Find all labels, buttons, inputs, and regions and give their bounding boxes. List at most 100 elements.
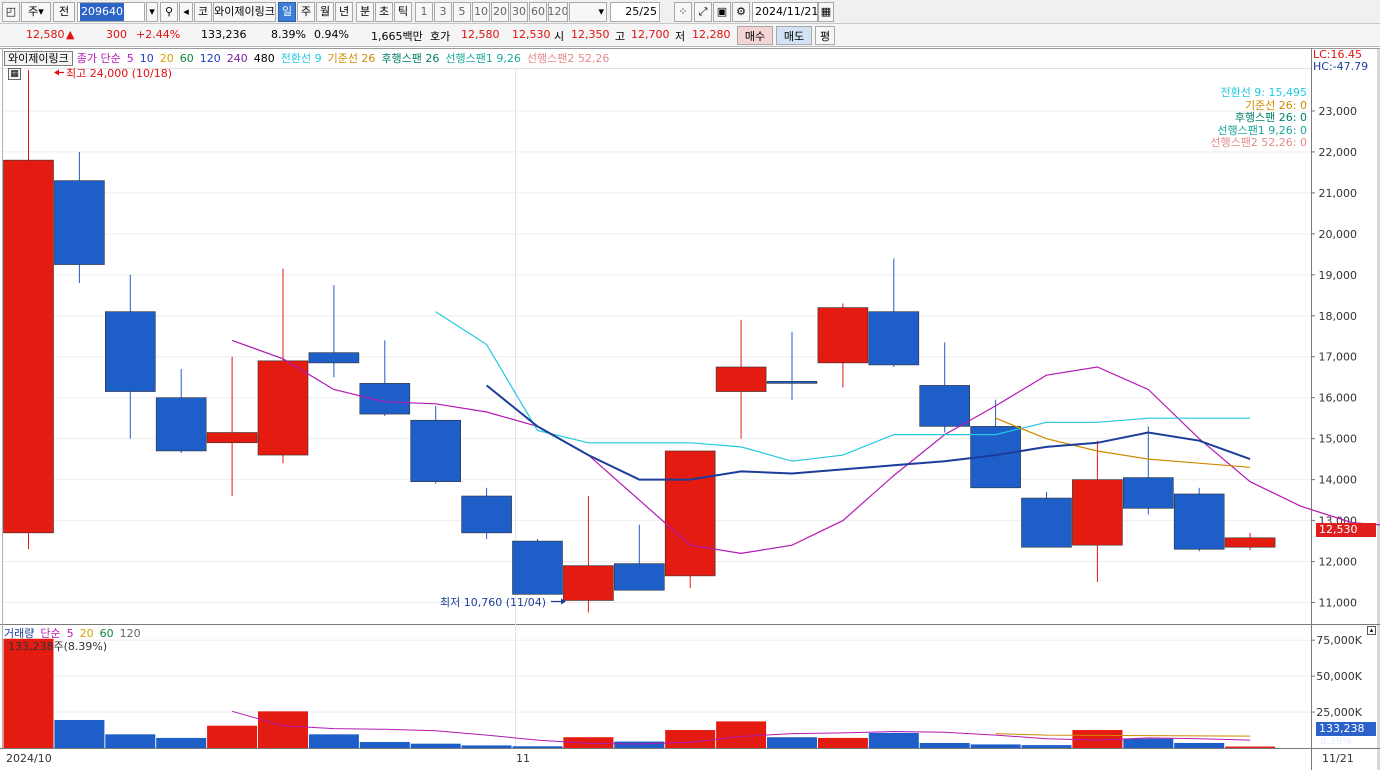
high-annotation: 최고 24,000 (10/18) <box>66 67 173 80</box>
draw-tool-icon[interactable]: ⤢ <box>694 2 712 22</box>
interval-30[interactable]: 30 <box>510 2 528 22</box>
tab-period-second[interactable]: 초 <box>375 2 393 22</box>
eval-button[interactable]: 평 <box>815 26 835 45</box>
volume-value: 133,236 <box>201 28 247 41</box>
save-icon[interactable]: ▣ <box>713 2 731 22</box>
interval-10[interactable]: 10 <box>472 2 490 22</box>
sell-button[interactable]: 매도 <box>776 26 812 45</box>
interval-60[interactable]: 60 <box>529 2 547 22</box>
indicator-line-20 <box>485 384 1251 481</box>
tab-period-day[interactable]: 일 <box>278 2 296 22</box>
candle-body <box>1173 493 1225 550</box>
volume-bar <box>817 737 868 748</box>
legend-ma-60[interactable]: 60 <box>180 52 194 65</box>
tab-period-tick[interactable]: 틱 <box>394 2 412 22</box>
legend-ma-120[interactable]: 120 <box>200 52 221 65</box>
candle-body <box>54 180 105 265</box>
volume-bar <box>410 743 461 748</box>
legend-ichimoku-lagging[interactable]: 후행스팬 26 <box>381 52 439 65</box>
calendar-icon[interactable]: ▦ <box>818 2 834 22</box>
volume-bar <box>1021 745 1072 748</box>
legend-ichimoku-lead2[interactable]: 선행스팬2 52,26 <box>527 52 609 65</box>
last-price-pct: 2.04% <box>1319 536 1351 547</box>
volume-info: 133,238주(8.39%) <box>8 640 108 653</box>
x-label-end: 11/21 <box>1322 752 1354 765</box>
search-icon[interactable]: ⚲ <box>160 2 178 22</box>
hc-value: HC:-47.79 <box>1313 60 1369 73</box>
volume-bar <box>614 741 665 748</box>
stock-code-dropdown-icon[interactable]: ▾ <box>146 2 158 22</box>
stock-name-field[interactable]: 와이제이링크 <box>213 2 276 22</box>
candle-body <box>512 540 563 595</box>
market-select[interactable]: 주 ▾ <box>21 2 51 22</box>
data-table-icon[interactable]: ▦ <box>8 68 21 80</box>
legend-ma-5[interactable]: 5 <box>127 52 134 65</box>
window-menu-icon[interactable]: ◰ <box>2 2 20 22</box>
candles <box>3 70 1276 613</box>
last-volume-pct: 8.39% <box>1320 736 1352 747</box>
volume-bar <box>1174 742 1225 748</box>
quote-bar: 12,580 ▲ 300 +2.44% 133,236 8.39% 0.94% … <box>0 24 1380 47</box>
legend-ma-480[interactable]: 480 <box>254 52 275 65</box>
price-tick-label: 16,000 <box>1319 392 1358 405</box>
market-scope-button[interactable]: 전 <box>53 2 75 22</box>
volume-bar <box>258 711 308 748</box>
high-price: 12,700 <box>631 28 670 41</box>
interval-5[interactable]: 5 <box>453 2 471 22</box>
candle-body <box>359 383 411 415</box>
date-field[interactable]: 2024/11/21 <box>752 2 818 22</box>
legend-ichimoku-conversion[interactable]: 전환선 9 <box>281 52 322 65</box>
interval-1[interactable]: 1 <box>415 2 433 22</box>
tab-period-year[interactable]: 년 <box>335 2 353 22</box>
low-label: 저 <box>675 30 686 43</box>
price-tick-label: 20,000 <box>1319 228 1358 241</box>
sound-icon[interactable]: ◂ <box>179 2 193 22</box>
stock-code-value: 209640 <box>80 3 124 21</box>
last-price-tag: 12,530 <box>1316 523 1376 537</box>
buy-button[interactable]: 매수 <box>737 26 773 45</box>
tab-period-week[interactable]: 주 <box>297 2 315 22</box>
price-tick-label: 11,000 <box>1319 597 1358 610</box>
candle-body <box>257 360 309 456</box>
gear-icon[interactable]: ⚙ <box>732 2 750 22</box>
candle-body <box>1072 479 1123 546</box>
tab-period-minute[interactable]: 분 <box>356 2 374 22</box>
candlestick-chart[interactable]: 23,000 22,000 21,000 20,000 19,000 18,000 17,0… <box>0 48 1380 770</box>
volume-legend-ma-120[interactable]: 120 <box>120 627 141 640</box>
chart-toolbar: ◰ 주 ▾ 전 209640 ▾ ⚲ ◂ 코 와이제이링크 일 주 월 년 분 초… <box>0 0 1380 24</box>
candle-body <box>206 432 258 444</box>
price-tick-label: 19,000 <box>1319 269 1358 282</box>
legend-ichimoku-lead1[interactable]: 선행스팬1 9,26 <box>445 52 520 65</box>
tab-period-month[interactable]: 월 <box>316 2 334 22</box>
legend-stock-name[interactable]: 와이제이링크 <box>4 51 73 66</box>
volume-bar <box>308 734 359 748</box>
legend-ichimoku-base[interactable]: 기준선 26 <box>328 52 376 65</box>
interval-custom-select[interactable]: ▾ <box>569 2 607 22</box>
crosshair-icon[interactable]: ⁘ <box>674 2 692 22</box>
legend-ma-title[interactable]: 종가 단순 <box>77 52 121 65</box>
volume-tick-label: 25,000K <box>1316 706 1362 719</box>
legend-ma-20[interactable]: 20 <box>160 52 174 65</box>
open-label: 시 <box>554 30 565 43</box>
page-counter-field[interactable]: 25/25 <box>610 2 660 22</box>
low-price: 12,280 <box>692 28 731 41</box>
volume-bars <box>3 638 1276 748</box>
legend-ma-240[interactable]: 240 <box>227 52 248 65</box>
legend-ma-10[interactable]: 10 <box>140 52 154 65</box>
volume-bar <box>767 737 817 748</box>
price-tick-label: 21,000 <box>1319 187 1358 200</box>
volume-bar <box>207 725 258 748</box>
interval-3[interactable]: 3 <box>434 2 452 22</box>
candle-body <box>715 366 767 392</box>
interval-20[interactable]: 20 <box>491 2 509 22</box>
open-price: 12,350 <box>571 28 610 41</box>
volume-bar <box>3 638 54 748</box>
price-tick-label: 18,000 <box>1319 310 1358 323</box>
volume-bar <box>665 730 716 748</box>
panel-maximize-icon[interactable]: ▴ <box>1367 626 1376 635</box>
candle-body <box>613 563 665 591</box>
volume-bar <box>1225 746 1276 748</box>
last-volume-tag: 133,238 <box>1316 722 1376 736</box>
interval-120[interactable]: 120 <box>548 2 568 22</box>
stock-code-input[interactable]: 209640 <box>77 2 145 22</box>
